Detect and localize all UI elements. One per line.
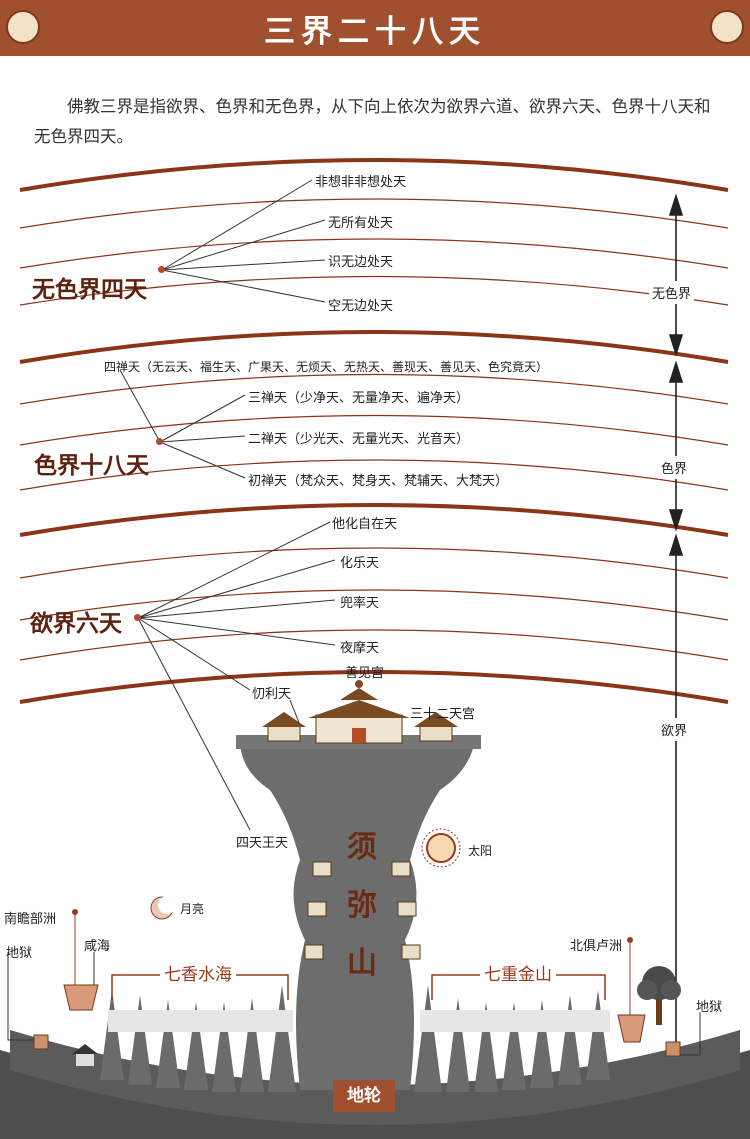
fragrant-sea-right: [420, 1010, 610, 1032]
heaven-label: 初禅天（梵众天、梵身天、梵辅天、大梵天）: [248, 474, 509, 489]
form-junction-dot: [156, 438, 163, 445]
uttarakuru-label: 北俱卢洲: [570, 939, 623, 954]
golden-mountains-left: [100, 985, 296, 1092]
desire-realm-label: 欲界六天: [30, 611, 122, 637]
moon-label: 月亮: [180, 902, 205, 916]
formless-side-label: 无色界: [649, 281, 695, 304]
heaven-label: 夜摩天: [340, 641, 380, 656]
heaven-label: 四禅天（无云天、福生天、广果天、无烦天、无热天、善现天、善见天、色究竟天）: [104, 360, 549, 374]
sumeru-char: 须: [347, 830, 377, 865]
sumeru-char: 弥: [347, 888, 377, 923]
heaven-label: 四天王天: [236, 836, 289, 851]
hell-left-marker: [7, 952, 40, 1041]
desire-side-label: 欲界: [658, 718, 691, 741]
desire-junction-dot: [134, 614, 141, 621]
palace-shanjian-icon: [308, 680, 410, 744]
palaces-33-label: 三十二天宫: [410, 707, 476, 722]
golden-mountains-right: [414, 985, 610, 1092]
heaven-label: 他化自在天: [332, 517, 398, 532]
hell-left-label: 地狱: [6, 946, 33, 961]
heaven-label: 忉利天: [252, 687, 292, 702]
formless-junction-dot: [158, 266, 165, 273]
heaven-label: 化乐天: [340, 556, 380, 571]
heaven-label: 空无边处天: [328, 299, 394, 314]
moon-icon: [150, 896, 176, 920]
form-side-label: 色界: [658, 456, 691, 479]
hell-right-box: [665, 1041, 681, 1057]
hell-right-label: 地狱: [696, 1000, 723, 1015]
fragrant-sea-left: [108, 1010, 293, 1032]
heaven-label: 非想非非想处天: [315, 175, 407, 190]
hell-left-box: [33, 1034, 49, 1050]
shanjian-palace-label: 善见宫: [345, 666, 385, 681]
jambudvipa-label: 南瞻部洲: [4, 912, 57, 927]
heaven-label: 无所有处天: [328, 216, 394, 231]
palace-33-left-icon: [262, 712, 306, 742]
sun-label: 太阳: [468, 844, 493, 858]
sun-icon: [421, 828, 461, 868]
formless-realm-label: 无色界四天: [32, 277, 147, 303]
jambudvipa-continent: [63, 909, 99, 1011]
form-realm-label: 色界十八天: [34, 453, 149, 479]
earth-wheel-label: 地轮: [333, 1080, 395, 1112]
heaven-label: 识无边处天: [328, 255, 394, 270]
fragrant-sea-label: 七香水海: [160, 960, 236, 985]
sumeru-char: 山: [347, 946, 377, 981]
golden-mountains-label: 七重金山: [480, 960, 556, 985]
salt-sea-label: 咸海: [84, 939, 111, 954]
heaven-label: 二禅天（少光天、无量光天、光音天）: [248, 432, 470, 447]
heaven-label: 三禅天（少净天、无量净天、遍净天）: [248, 391, 470, 406]
heaven-label: 兜率天: [340, 596, 380, 611]
